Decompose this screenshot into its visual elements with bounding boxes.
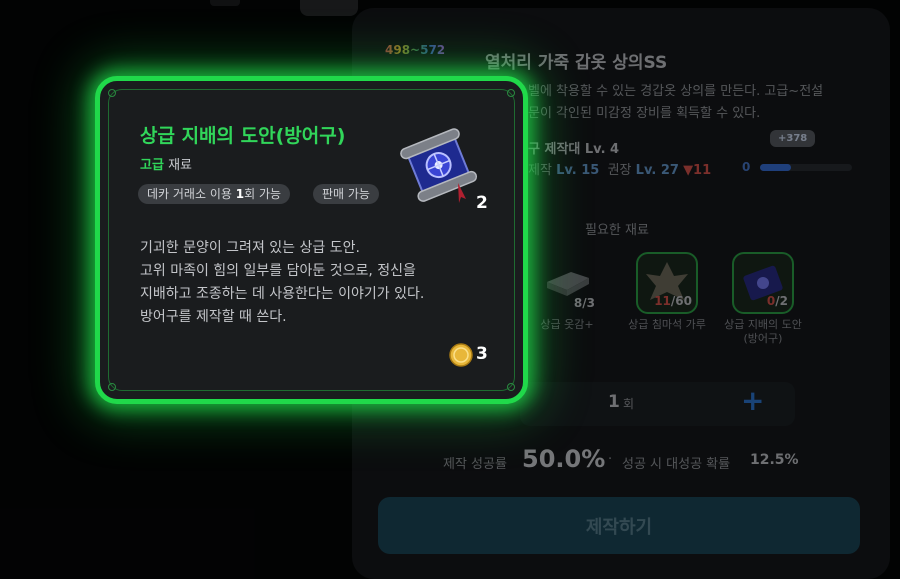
description-line: 기괴한 문양이 그려져 있는 상급 도안. <box>140 240 360 256</box>
sellable-tag: 판매 가능 <box>313 184 379 204</box>
gold-coin-icon <box>449 343 473 367</box>
quantity-unit: 회 <box>623 397 635 411</box>
rate-separator: · <box>608 452 613 467</box>
top-tab <box>300 0 358 16</box>
description-line: 방어구를 제작할 때 쓴다. <box>140 309 287 325</box>
item-price: 3 <box>476 344 488 364</box>
craft-item-title: 열처리 가죽 갑옷 상의SS <box>485 53 668 73</box>
great-success-label: 성공 시 대성공 확률 <box>622 457 731 472</box>
material-name-cloth: 상급 옷감+ <box>540 318 594 331</box>
material-count: 0/2 <box>766 294 788 308</box>
description-line: 지배하고 조종하는 데 사용한다는 이야기가 있다. <box>140 286 425 302</box>
item-grade: 고급 <box>140 158 164 173</box>
item-type: 재료 <box>168 158 192 173</box>
exp-value: 0 <box>742 160 751 174</box>
material-name-scroll: 상급 지배의 도안(방어구) <box>724 318 802 345</box>
plus-icon[interactable]: + <box>741 384 764 417</box>
scroll-item-icon <box>400 128 478 203</box>
craft-level-stats: 제작 Lv. 15 권장 Lv. 27 ▼11 <box>528 159 711 178</box>
craft-button[interactable]: 제작하기 <box>378 497 860 554</box>
material-slot-scroll[interactable]: 0/2 <box>732 252 794 314</box>
exp-bar <box>760 164 852 171</box>
material-count: 11/60 <box>654 294 692 308</box>
recommended-level: Lv. 27 <box>635 163 679 178</box>
workbench-level: 구 제작대 Lv. 4 <box>528 142 620 157</box>
item-tooltip: 상급 지배의 도안(방어구) 고급 재료 데카 거래소 이용 1회 가능 판매 … <box>95 76 528 404</box>
trade-limit-tag: 데카 거래소 이용 1회 가능 <box>138 184 291 204</box>
item-description: 기괴한 문양이 그려져 있는 상급 도안. 고위 마족이 힘의 일부를 담아둔 … <box>140 237 424 329</box>
craft-level: Lv. 15 <box>556 163 600 178</box>
success-rate-label: 제작 성공률 <box>443 457 507 472</box>
item-grade-line: 고급 재료 <box>140 154 192 173</box>
stats-prefix: 제작 <box>528 163 552 178</box>
success-rate-value: 50.0% <box>522 445 606 473</box>
level-range: 498~572 <box>385 43 446 57</box>
item-name: 상급 지배의 도안(방어구) <box>140 125 346 147</box>
great-success-value: 12.5% <box>750 452 799 468</box>
recommended-label: 권장 <box>607 163 632 178</box>
quantity-value: 1 <box>608 392 620 412</box>
craft-description-line2: 문이 각인된 미감정 장비를 획득할 수 있다. <box>528 106 761 121</box>
craft-description-line1: 벨에 착용할 수 있는 경갑옷 상의를 만든다. 고급~전설 <box>528 84 824 99</box>
game-screen: 498~572 열처리 가죽 갑옷 상의SS 벨에 착용할 수 있는 경갑옷 상… <box>0 0 900 579</box>
exp-bar-fill <box>760 164 792 171</box>
material-count: 8/3 <box>573 296 595 310</box>
recommended-diff: ▼11 <box>683 163 712 178</box>
exp-gain-bubble: +378 <box>770 130 816 147</box>
material-slot-cloth[interactable]: 8/3 <box>537 252 599 314</box>
materials-label: 필요한 재료 <box>585 223 649 238</box>
material-slot-powder[interactable]: 11/60 <box>636 252 698 314</box>
material-name-powder: 상급 침마석 가루 <box>628 318 706 331</box>
frame-corner <box>507 383 515 391</box>
frame-corner <box>108 89 116 97</box>
item-owned-count: 2 <box>476 193 488 213</box>
frame-corner <box>507 89 515 97</box>
top-tab-marker <box>210 0 240 6</box>
description-line: 고위 마족이 힘의 일부를 담아둔 것으로, 정신을 <box>140 263 416 279</box>
frame-corner <box>108 383 116 391</box>
